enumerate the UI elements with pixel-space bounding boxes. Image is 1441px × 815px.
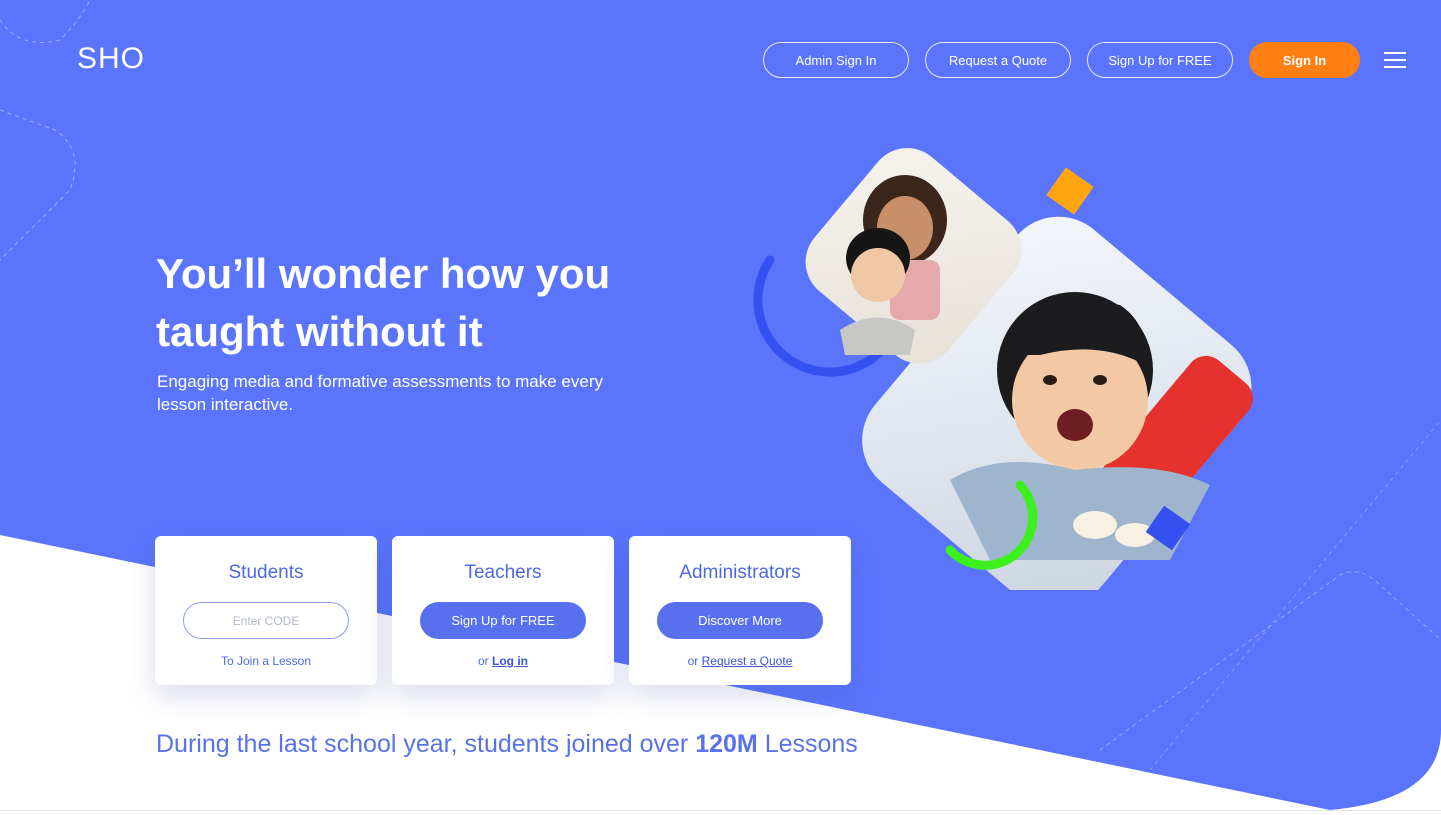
teachers-card: Teachers Sign Up for FREE or Log in	[392, 536, 614, 685]
role-cards: Students To Join a Lesson Teachers Sign …	[155, 536, 851, 685]
deco-yellow-square	[1046, 167, 1094, 215]
administrators-footer-prefix: or	[687, 654, 702, 668]
request-quote-link[interactable]: Request a Quote	[702, 654, 793, 668]
teachers-card-footer: or Log in	[478, 654, 528, 668]
teacher-sign-up-button[interactable]: Sign Up for FREE	[420, 602, 586, 639]
discover-more-button[interactable]: Discover More	[657, 602, 823, 639]
top-nav: Admin Sign In Request a Quote Sign Up fo…	[763, 42, 1360, 78]
request-quote-button[interactable]: Request a Quote	[925, 42, 1071, 78]
page-divider	[0, 810, 1441, 811]
students-card-title: Students	[228, 562, 304, 583]
administrators-card: Administrators Discover More or Request …	[629, 536, 851, 685]
log-in-link[interactable]: Log in	[492, 654, 528, 668]
administrators-card-footer: or Request a Quote	[688, 654, 793, 668]
hero-subline: Engaging media and formative assessments…	[157, 372, 604, 414]
sign-in-button[interactable]: Sign In	[1249, 42, 1360, 78]
sign-up-free-button[interactable]: Sign Up for FREE	[1087, 42, 1233, 78]
administrators-card-title: Administrators	[679, 562, 801, 583]
hero-photo-collage	[753, 148, 1253, 590]
stats-highlight: 120M	[695, 730, 758, 758]
stats-prefix: During the last school year, students jo…	[156, 730, 696, 758]
hamburger-menu-icon[interactable]	[1384, 50, 1406, 70]
teachers-card-title: Teachers	[464, 562, 542, 583]
stats-suffix: Lessons	[757, 730, 858, 758]
lesson-code-input[interactable]	[183, 602, 349, 639]
teachers-footer-prefix: or	[477, 654, 492, 668]
admin-sign-in-button[interactable]: Admin Sign In	[763, 42, 909, 78]
hero-headline: You’ll wonder how you taught without it	[156, 250, 611, 355]
stats-line: During the last school year, students jo…	[156, 730, 858, 759]
logo-text: SHO	[77, 42, 146, 75]
students-card-footer: To Join a Lesson	[220, 654, 312, 668]
students-card: Students To Join a Lesson	[155, 536, 377, 685]
brand-logo[interactable]: SHO	[77, 42, 145, 76]
